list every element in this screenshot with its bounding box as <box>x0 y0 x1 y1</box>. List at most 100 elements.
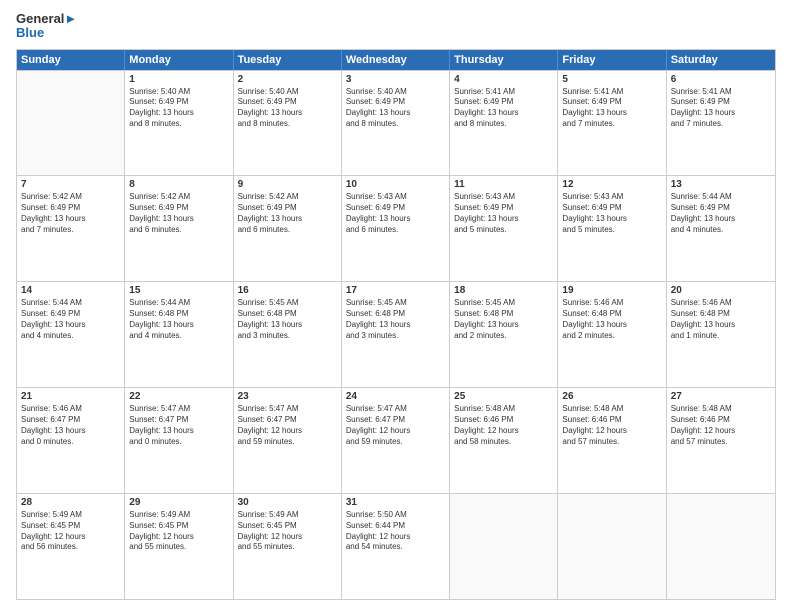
cal-cell: 28 Sunrise: 5:49 AM Sunset: 6:45 PM Dayli… <box>17 494 125 599</box>
page: General► Blue SundayMondayTuesdayWednesd… <box>0 0 792 612</box>
cal-cell: 27 Sunrise: 5:48 AM Sunset: 6:46 PM Dayli… <box>667 388 775 493</box>
day-info: Sunrise: 5:46 AM Sunset: 6:48 PM Dayligh… <box>671 298 771 341</box>
cal-cell <box>450 494 558 599</box>
cal-header-wednesday: Wednesday <box>342 50 450 70</box>
day-info: Sunrise: 5:45 AM Sunset: 6:48 PM Dayligh… <box>346 298 445 341</box>
day-number: 13 <box>671 179 771 190</box>
logo-text: General► <box>16 12 77 26</box>
cal-cell: 24 Sunrise: 5:47 AM Sunset: 6:47 PM Dayli… <box>342 388 450 493</box>
cal-header-tuesday: Tuesday <box>234 50 342 70</box>
day-info: Sunrise: 5:48 AM Sunset: 6:46 PM Dayligh… <box>562 404 661 447</box>
day-info: Sunrise: 5:46 AM Sunset: 6:47 PM Dayligh… <box>21 404 120 447</box>
cal-cell: 3 Sunrise: 5:40 AM Sunset: 6:49 PM Daylig… <box>342 71 450 176</box>
cal-header-thursday: Thursday <box>450 50 558 70</box>
day-number: 3 <box>346 74 445 85</box>
day-info: Sunrise: 5:40 AM Sunset: 6:49 PM Dayligh… <box>238 87 337 130</box>
cal-cell: 9 Sunrise: 5:42 AM Sunset: 6:49 PM Daylig… <box>234 176 342 281</box>
cal-cell: 31 Sunrise: 5:50 AM Sunset: 6:44 PM Dayli… <box>342 494 450 599</box>
cal-cell: 18Sunrise: 5:45 AM Sunset: 6:48 PM Dayli… <box>450 282 558 387</box>
cal-cell: 20Sunrise: 5:46 AM Sunset: 6:48 PM Dayli… <box>667 282 775 387</box>
cal-cell: 6 Sunrise: 5:41 AM Sunset: 6:49 PM Daylig… <box>667 71 775 176</box>
cal-week-2: 7 Sunrise: 5:42 AM Sunset: 6:49 PM Daylig… <box>17 175 775 281</box>
cal-cell: 23 Sunrise: 5:47 AM Sunset: 6:47 PM Dayli… <box>234 388 342 493</box>
day-info: Sunrise: 5:50 AM Sunset: 6:44 PM Dayligh… <box>346 510 445 553</box>
cal-cell: 22 Sunrise: 5:47 AM Sunset: 6:47 PM Dayli… <box>125 388 233 493</box>
day-number: 15 <box>129 285 228 296</box>
day-info: Sunrise: 5:48 AM Sunset: 6:46 PM Dayligh… <box>454 404 553 447</box>
day-number: 25 <box>454 391 553 402</box>
day-info: Sunrise: 5:45 AM Sunset: 6:48 PM Dayligh… <box>238 298 337 341</box>
cal-cell: 26 Sunrise: 5:48 AM Sunset: 6:46 PM Dayli… <box>558 388 666 493</box>
day-info: Sunrise: 5:42 AM Sunset: 6:49 PM Dayligh… <box>21 192 120 235</box>
day-info: Sunrise: 5:46 AM Sunset: 6:48 PM Dayligh… <box>562 298 661 341</box>
cal-cell: 2 Sunrise: 5:40 AM Sunset: 6:49 PM Daylig… <box>234 71 342 176</box>
cal-cell: 11Sunrise: 5:43 AM Sunset: 6:49 PM Dayli… <box>450 176 558 281</box>
logo: General► Blue <box>16 12 77 41</box>
cal-cell: 29 Sunrise: 5:49 AM Sunset: 6:45 PM Dayli… <box>125 494 233 599</box>
day-number: 10 <box>346 179 445 190</box>
cal-cell: 13 Sunrise: 5:44 AM Sunset: 6:49 PM Dayli… <box>667 176 775 281</box>
cal-cell: 14 Sunrise: 5:44 AM Sunset: 6:49 PM Dayli… <box>17 282 125 387</box>
day-info: Sunrise: 5:49 AM Sunset: 6:45 PM Dayligh… <box>238 510 337 553</box>
day-info: Sunrise: 5:44 AM Sunset: 6:49 PM Dayligh… <box>21 298 120 341</box>
day-info: Sunrise: 5:48 AM Sunset: 6:46 PM Dayligh… <box>671 404 771 447</box>
cal-cell: 8Sunrise: 5:42 AM Sunset: 6:49 PM Daylig… <box>125 176 233 281</box>
day-info: Sunrise: 5:42 AM Sunset: 6:49 PM Dayligh… <box>238 192 337 235</box>
day-number: 21 <box>21 391 120 402</box>
day-info: Sunrise: 5:41 AM Sunset: 6:49 PM Dayligh… <box>671 87 771 130</box>
cal-week-4: 21 Sunrise: 5:46 AM Sunset: 6:47 PM Dayli… <box>17 387 775 493</box>
day-number: 22 <box>129 391 228 402</box>
day-info: Sunrise: 5:49 AM Sunset: 6:45 PM Dayligh… <box>129 510 228 553</box>
cal-week-5: 28 Sunrise: 5:49 AM Sunset: 6:45 PM Dayli… <box>17 493 775 599</box>
cal-cell <box>17 71 125 176</box>
cal-cell: 1Sunrise: 5:40 AM Sunset: 6:49 PM Daylig… <box>125 71 233 176</box>
day-number: 1 <box>129 74 228 85</box>
day-number: 14 <box>21 285 120 296</box>
day-number: 24 <box>346 391 445 402</box>
cal-cell: 7 Sunrise: 5:42 AM Sunset: 6:49 PM Daylig… <box>17 176 125 281</box>
day-number: 30 <box>238 497 337 508</box>
cal-cell: 17Sunrise: 5:45 AM Sunset: 6:48 PM Dayli… <box>342 282 450 387</box>
day-info: Sunrise: 5:41 AM Sunset: 6:49 PM Dayligh… <box>562 87 661 130</box>
day-info: Sunrise: 5:44 AM Sunset: 6:49 PM Dayligh… <box>671 192 771 235</box>
day-info: Sunrise: 5:47 AM Sunset: 6:47 PM Dayligh… <box>238 404 337 447</box>
day-number: 31 <box>346 497 445 508</box>
cal-week-3: 14 Sunrise: 5:44 AM Sunset: 6:49 PM Dayli… <box>17 281 775 387</box>
cal-cell: 4 Sunrise: 5:41 AM Sunset: 6:49 PM Daylig… <box>450 71 558 176</box>
day-number: 4 <box>454 74 553 85</box>
day-number: 16 <box>238 285 337 296</box>
day-number: 23 <box>238 391 337 402</box>
cal-cell: 25 Sunrise: 5:48 AM Sunset: 6:46 PM Dayli… <box>450 388 558 493</box>
calendar: SundayMondayTuesdayWednesdayThursdayFrid… <box>16 49 776 600</box>
day-number: 28 <box>21 497 120 508</box>
cal-cell: 12Sunrise: 5:43 AM Sunset: 6:49 PM Dayli… <box>558 176 666 281</box>
day-number: 11 <box>454 179 553 190</box>
day-number: 6 <box>671 74 771 85</box>
cal-cell: 5 Sunrise: 5:41 AM Sunset: 6:49 PM Daylig… <box>558 71 666 176</box>
day-number: 9 <box>238 179 337 190</box>
cal-cell: 15 Sunrise: 5:44 AM Sunset: 6:48 PM Dayli… <box>125 282 233 387</box>
day-info: Sunrise: 5:47 AM Sunset: 6:47 PM Dayligh… <box>129 404 228 447</box>
cal-header-saturday: Saturday <box>667 50 775 70</box>
cal-week-1: 1 Sunrise: 5:40 AM Sunset: 6:49 PM Daylig… <box>17 70 775 176</box>
day-number: 12 <box>562 179 661 190</box>
day-info: Sunrise: 5:47 AM Sunset: 6:47 PM Dayligh… <box>346 404 445 447</box>
cal-cell <box>667 494 775 599</box>
day-info: Sunrise: 5:49 AM Sunset: 6:45 PM Dayligh… <box>21 510 120 553</box>
header: General► Blue <box>16 12 776 41</box>
day-info: Sunrise: 5:40 AM Sunset: 6:49 PM Dayligh… <box>346 87 445 130</box>
day-number: 29 <box>129 497 228 508</box>
calendar-header: SundayMondayTuesdayWednesdayThursdayFrid… <box>17 50 775 70</box>
day-number: 2 <box>238 74 337 85</box>
day-number: 26 <box>562 391 661 402</box>
day-number: 27 <box>671 391 771 402</box>
day-number: 19 <box>562 285 661 296</box>
cal-cell <box>558 494 666 599</box>
cal-header-friday: Friday <box>558 50 666 70</box>
cal-header-sunday: Sunday <box>17 50 125 70</box>
day-number: 5 <box>562 74 661 85</box>
day-info: Sunrise: 5:42 AM Sunset: 6:49 PM Dayligh… <box>129 192 228 235</box>
day-info: Sunrise: 5:44 AM Sunset: 6:48 PM Dayligh… <box>129 298 228 341</box>
day-info: Sunrise: 5:41 AM Sunset: 6:49 PM Dayligh… <box>454 87 553 130</box>
day-number: 7 <box>21 179 120 190</box>
